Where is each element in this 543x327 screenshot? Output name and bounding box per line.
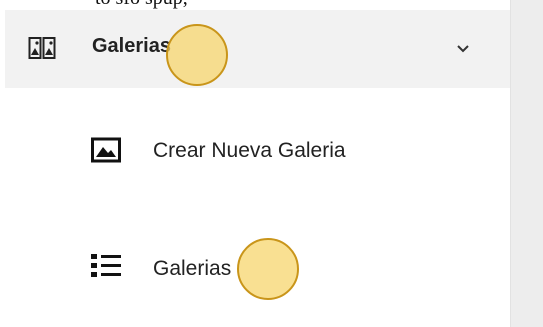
sidebar-item-label: Galerias [153, 257, 232, 280]
top-strip: to sfo spup, [0, 0, 510, 10]
chevron-down-icon[interactable] [453, 38, 473, 58]
clipped-text: to sfo spup, [95, 0, 188, 10]
sidebar-item-crear-nueva-galeria[interactable]: Crear Nueva Galeria [5, 120, 510, 180]
gallery-compare-icon [28, 36, 56, 60]
sidebar-item-galerias[interactable]: Galerias [5, 235, 510, 295]
sidebar-item-label: Crear Nueva Galeria [153, 139, 346, 162]
content-panel-edge [510, 0, 543, 327]
sidebar-group-label: Galerias [92, 35, 171, 57]
image-icon [91, 137, 121, 163]
sidebar: Galerias Crear Nueva Galeria Galerias [0, 10, 510, 327]
sidebar-group-galerias[interactable]: Galerias [5, 10, 510, 88]
page: to sfo spup, Galerias [0, 0, 543, 327]
list-icon [91, 253, 121, 279]
